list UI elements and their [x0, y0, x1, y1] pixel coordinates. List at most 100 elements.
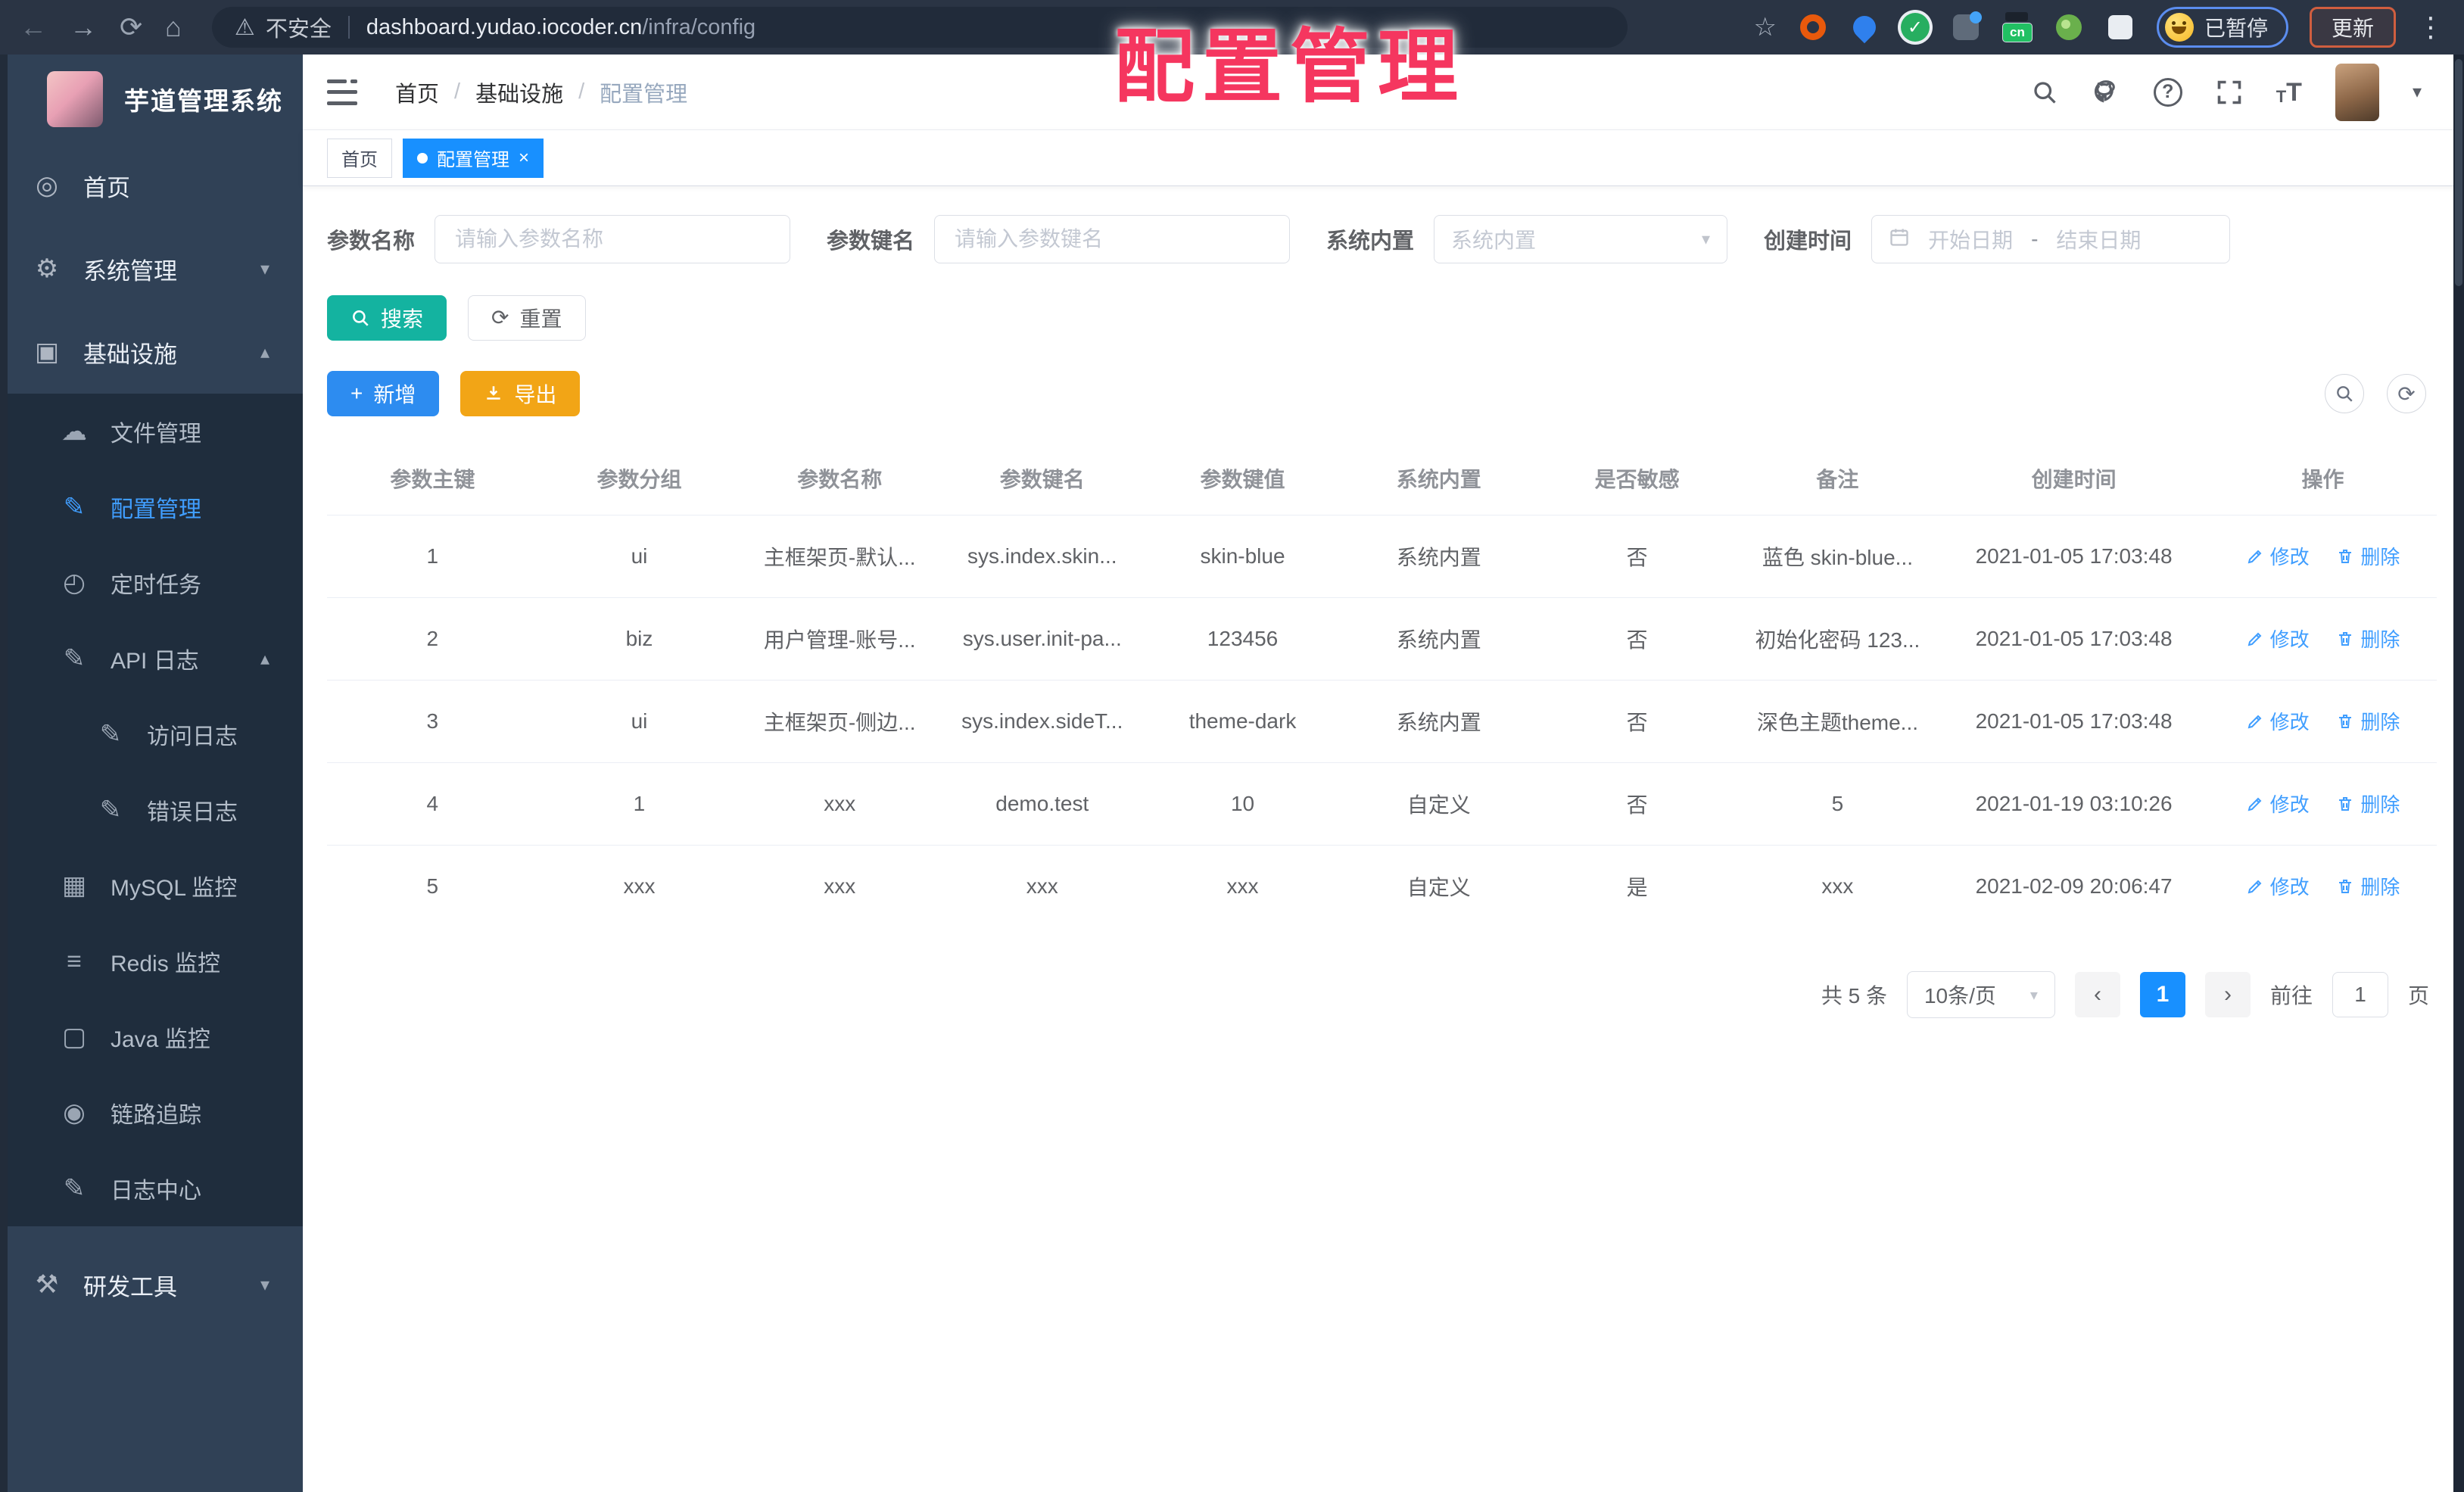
trash-icon — [2339, 879, 2352, 893]
browser-update-button[interactable]: 更新 — [2309, 7, 2396, 48]
extension-gray-icon[interactable] — [1951, 11, 1982, 42]
cell-sensitive: 否 — [1537, 762, 1737, 846]
delete-link[interactable]: 删除 — [2336, 542, 2400, 570]
cell-value: 10 — [1145, 762, 1340, 846]
sidebar-menu-item[interactable]: ◴ 定时任务 — [8, 545, 303, 621]
sidebar-menu-item[interactable]: ◉ 链路追踪 — [8, 1075, 303, 1151]
close-icon[interactable]: × — [519, 148, 529, 167]
breadcrumb-item[interactable]: 配置管理 — [600, 76, 687, 108]
search-button-row: 搜索 ⟳ 重置 — [327, 295, 2437, 341]
delete-link[interactable]: 删除 — [2336, 872, 2400, 900]
browser-home-icon[interactable]: ⌂ — [165, 14, 182, 41]
search-button[interactable]: 搜索 — [327, 295, 447, 341]
user-avatar[interactable] — [2335, 63, 2379, 121]
sidebar-menu-item[interactable]: ≡ Redis 监控 — [8, 924, 303, 999]
current-page-button[interactable]: 1 — [2139, 972, 2185, 1017]
delete-link[interactable]: 删除 — [2336, 625, 2400, 653]
not-secure-label[interactable]: 不安全 — [266, 11, 332, 43]
edit-link[interactable]: 修改 — [2246, 707, 2310, 735]
address-bar[interactable]: ⚠ 不安全 dashboard.yudao.iocoder.cn /infra/… — [211, 7, 1628, 48]
cell-group: ui — [537, 680, 741, 763]
config-edit-icon: ✎ — [63, 493, 86, 522]
delete-link[interactable]: 删除 — [2336, 707, 2400, 735]
delete-link[interactable]: 删除 — [2336, 790, 2400, 818]
scrollbar[interactable] — [2453, 55, 2464, 1492]
paused-badge[interactable]: 已暂停 — [2156, 7, 2288, 48]
param-name-input[interactable] — [435, 215, 791, 263]
browser-back-icon[interactable]: ← — [20, 14, 47, 41]
github-icon[interactable] — [2092, 78, 2120, 107]
user-caret-icon[interactable]: ▾ — [2413, 81, 2422, 103]
sidebar-menu-item[interactable]: ▣ 基础设施 ▴ — [8, 310, 303, 394]
font-size-icon[interactable]: TT — [2276, 79, 2302, 105]
prev-page-button[interactable]: ‹ — [2074, 972, 2120, 1017]
breadcrumb-item[interactable]: 首页 — [395, 76, 439, 108]
bookmark-star-icon[interactable]: ☆ — [1753, 12, 1776, 42]
cloud-upload-icon: ☁ — [61, 417, 87, 446]
edit-link[interactable]: 修改 — [2246, 872, 2310, 900]
extension-cn-icon[interactable]: cn — [2001, 12, 2033, 42]
pencil-icon — [2248, 797, 2261, 811]
cell-remark: 蓝色 skin-blue... — [1736, 515, 1939, 598]
pencil-icon — [2248, 632, 2261, 646]
toggle-search-button[interactable] — [2325, 374, 2364, 413]
refresh-table-button[interactable]: ⟳ — [2387, 374, 2426, 413]
sidebar-logo-row[interactable]: 芋道管理系统 — [8, 55, 303, 144]
cell-group: biz — [537, 597, 741, 681]
sidebar-menu-item[interactable]: ✎ 日志中心 — [8, 1151, 303, 1226]
scrollbar-thumb[interactable] — [2455, 59, 2462, 286]
reset-button[interactable]: ⟳ 重置 — [468, 295, 586, 341]
cell-value: skin-blue — [1145, 515, 1340, 598]
browser-menu-icon[interactable]: ⋮ — [2417, 11, 2444, 43]
table-row[interactable]: 4 1 xxx demo.test 10 自定义 否 5 2021-01-19 … — [327, 762, 2437, 846]
sidebar-menu-item[interactable]: ✎ 错误日志 — [8, 772, 303, 848]
page-size-select[interactable]: 10条/页 ▾ — [1906, 971, 2055, 1018]
tab-tag[interactable]: 配置管理 × — [403, 138, 544, 178]
add-button[interactable]: + 新增 — [327, 371, 440, 416]
search-icon[interactable] — [2031, 79, 2058, 106]
goto-page-input[interactable] — [2332, 972, 2388, 1017]
trace-eye-icon: ◉ — [63, 1098, 86, 1127]
browser-reload-icon[interactable]: ⟳ — [120, 14, 142, 41]
breadcrumb-item[interactable]: 基础设施 — [475, 76, 563, 108]
extension-pin-icon[interactable] — [1848, 11, 1881, 44]
breadcrumb-item[interactable]: / — [578, 79, 584, 104]
sidebar-menu-item[interactable]: ⚒ 研发工具 ▾ — [8, 1243, 303, 1326]
table-row[interactable]: 5 xxx xxx xxx xxx 自定义 是 xxx 2021-02-09 2… — [327, 845, 2437, 927]
edit-link[interactable]: 修改 — [2246, 625, 2310, 653]
extensions-puzzle-icon[interactable] — [2105, 12, 2135, 42]
trash-icon — [2339, 631, 2352, 646]
param-key-input[interactable] — [934, 215, 1291, 263]
sidebar-toggle-icon[interactable] — [327, 79, 357, 105]
cell-group: 1 — [537, 762, 741, 846]
pencil-icon — [2248, 715, 2261, 729]
infrastructure-icon: ▣ — [34, 338, 60, 366]
fullscreen-icon[interactable] — [2216, 79, 2243, 106]
date-range-picker[interactable]: 开始日期 - 结束日期 — [1871, 215, 2231, 263]
help-icon[interactable]: ? — [2153, 77, 2182, 107]
sidebar-menu-item[interactable]: ☁ 文件管理 — [8, 394, 303, 469]
export-button[interactable]: 导出 — [460, 371, 581, 416]
extension-check-icon[interactable]: ✓ — [1900, 13, 1930, 42]
sidebar-menu-item[interactable]: ✎ 访问日志 — [8, 696, 303, 772]
system-builtin-select[interactable]: 系统内置 ▾ — [1434, 215, 1728, 263]
sidebar-menu-item[interactable]: ⚙ 系统管理 ▾ — [8, 227, 303, 310]
sidebar-menu-item[interactable]: ▦ MySQL 监控 — [8, 848, 303, 924]
table-row[interactable]: 2 biz 用户管理-账号... sys.user.init-pa... 123… — [327, 597, 2437, 681]
tab-tag[interactable]: 首页 — [327, 138, 392, 178]
sidebar-menu-item[interactable]: ▢ Java 监控 — [8, 999, 303, 1075]
breadcrumb-item[interactable]: / — [454, 79, 460, 104]
sidebar-menu-item[interactable]: ✎ 配置管理 — [8, 469, 303, 545]
app-logo — [47, 71, 103, 127]
next-page-button[interactable]: › — [2204, 972, 2251, 1017]
edit-link[interactable]: 修改 — [2246, 542, 2310, 570]
sidebar-menu-item[interactable]: ✎ API 日志 ▴ — [8, 621, 303, 696]
sidebar-menu-item[interactable]: ◎ 首页 — [8, 144, 303, 227]
extension-leaf-icon[interactable] — [2054, 12, 2084, 42]
table-row[interactable]: 3 ui 主框架页-侧边... sys.index.sideT... theme… — [327, 680, 2437, 763]
edit-link[interactable]: 修改 — [2246, 790, 2310, 818]
table-row[interactable]: 1 ui 主框架页-默认... sys.index.skin... skin-b… — [327, 515, 2437, 598]
extension-orange-icon[interactable] — [1798, 12, 1828, 42]
java-monitor-icon: ▢ — [61, 1023, 87, 1051]
browser-forward-icon[interactable]: → — [70, 14, 97, 41]
